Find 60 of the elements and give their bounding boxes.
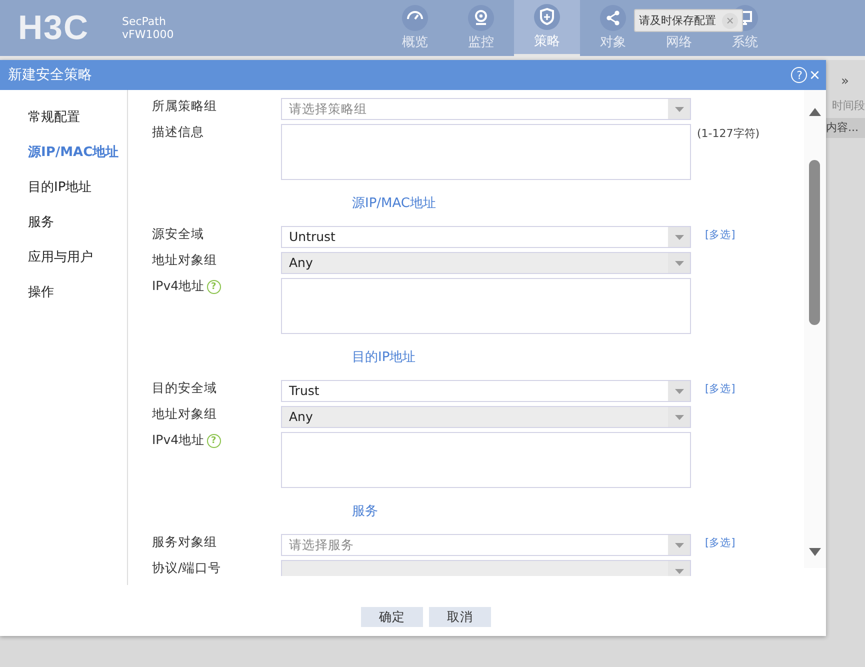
text-area[interactable] bbox=[281, 124, 691, 180]
caret-icon bbox=[674, 106, 684, 112]
caret-icon bbox=[674, 542, 684, 548]
field-label: 源安全域 bbox=[152, 226, 204, 243]
caret-icon bbox=[674, 388, 684, 394]
field-label: 协议/端口号 bbox=[152, 560, 222, 576]
share-icon bbox=[600, 5, 626, 31]
text-area[interactable] bbox=[281, 432, 691, 488]
expand-button[interactable]: » bbox=[841, 74, 849, 89]
toast-text: 请及时保存配置 bbox=[639, 13, 716, 28]
multi-select-link[interactable]: [多选] bbox=[691, 226, 804, 242]
dialog-title: 新建安全策略 bbox=[8, 66, 93, 84]
dialog-button[interactable]: 确定 bbox=[361, 607, 423, 627]
field-label: 描述信息 bbox=[152, 124, 204, 141]
dropdown-field[interactable]: Untrust bbox=[281, 226, 691, 248]
product-model: vFW1000 bbox=[122, 28, 174, 41]
gauge-icon bbox=[402, 5, 428, 31]
camera-icon bbox=[468, 5, 494, 31]
shield-icon bbox=[534, 4, 560, 30]
logo: H3C bbox=[18, 8, 90, 48]
column-header: 时间段 bbox=[832, 98, 865, 113]
hint-text: (1-127字符) bbox=[696, 126, 761, 141]
scrollbar[interactable] bbox=[804, 90, 826, 568]
help-icon[interactable]: ? bbox=[791, 67, 808, 83]
help-icon[interactable]: ? bbox=[206, 280, 221, 294]
nav-tab[interactable]: 策略 bbox=[514, 0, 580, 56]
sidebar-item[interactable]: 目的IP地址 bbox=[0, 176, 127, 198]
field-label: IPv4地址 bbox=[152, 278, 205, 295]
dropdown-field[interactable]: Trust bbox=[281, 380, 691, 402]
caret-icon bbox=[674, 260, 684, 266]
nav-tab[interactable]: 概览 bbox=[382, 0, 448, 56]
section-title: 目的IP地址 bbox=[351, 349, 417, 367]
section-title: 源IP/MAC地址 bbox=[351, 195, 438, 213]
field-label: 地址对象组 bbox=[152, 252, 217, 269]
sidebar-item[interactable]: 服务 bbox=[0, 211, 127, 233]
sidebar-item[interactable]: 源IP/MAC地址 bbox=[0, 141, 127, 163]
caret-icon bbox=[674, 568, 684, 574]
field-label: 服务对象组 bbox=[152, 534, 217, 551]
dialog-button[interactable]: 取消 bbox=[429, 607, 491, 627]
multi-select-link[interactable]: [多选] bbox=[691, 534, 804, 550]
help-icon[interactable]: ? bbox=[206, 434, 221, 448]
nav-tab[interactable]: 监控 bbox=[448, 0, 514, 56]
caret-icon bbox=[674, 414, 684, 420]
close-button[interactable]: × bbox=[809, 66, 820, 84]
product-name: SecPath bbox=[122, 15, 167, 28]
sidebar-item[interactable]: 常规配置 bbox=[0, 106, 127, 128]
field-label: IPv4地址 bbox=[152, 432, 205, 449]
dropdown-field[interactable]: 请选择服务 bbox=[281, 534, 691, 556]
field-label: 目的安全域 bbox=[152, 380, 217, 397]
close-button[interactable]: × bbox=[722, 12, 738, 28]
dropdown-field[interactable]: 请选择策略组 bbox=[281, 98, 691, 120]
sidebar-item[interactable]: 应用与用户 bbox=[0, 246, 127, 268]
table-cell: 内容... bbox=[826, 118, 865, 138]
multi-select-link[interactable]: [多选] bbox=[691, 380, 804, 396]
caret-icon bbox=[674, 234, 684, 240]
field-label: 地址对象组 bbox=[152, 406, 217, 423]
sidebar-item[interactable]: 操作 bbox=[0, 281, 127, 303]
field-label: 所属策略组 bbox=[152, 98, 217, 115]
section-title: 服务 bbox=[351, 503, 379, 521]
text-area[interactable] bbox=[281, 278, 691, 334]
